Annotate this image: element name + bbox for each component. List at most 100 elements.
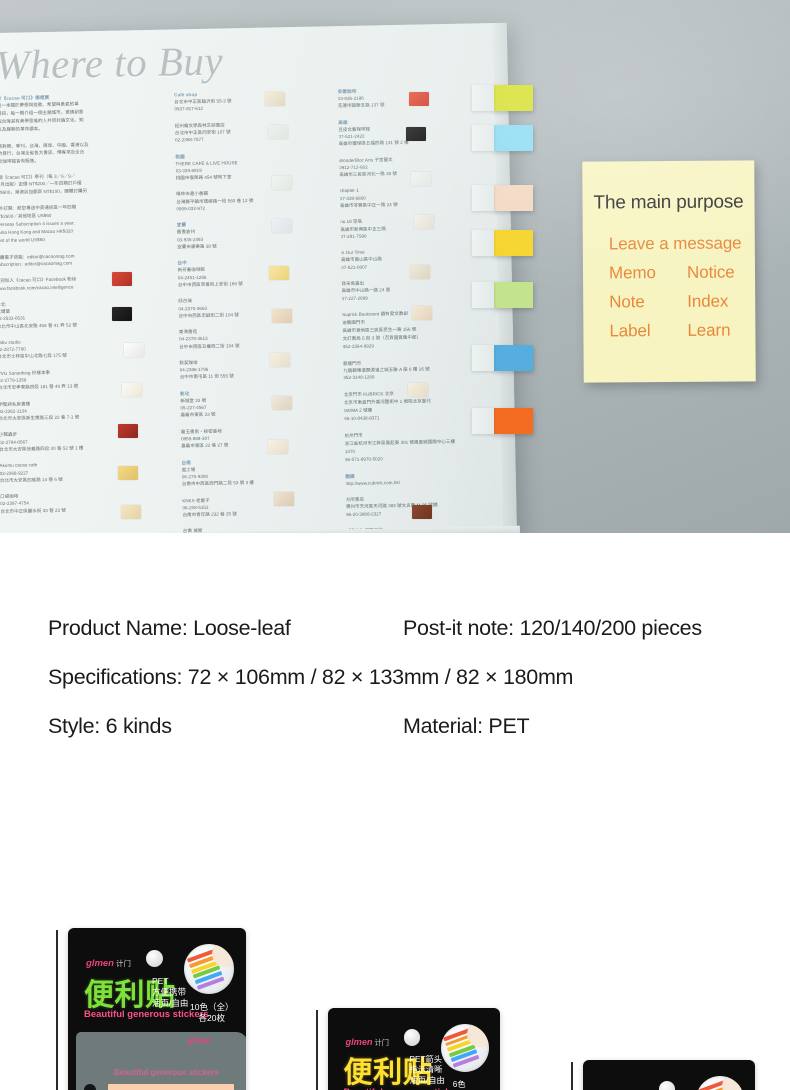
store-logo-thumbnail — [406, 127, 426, 141]
store-logo-thumbnail — [414, 215, 434, 229]
sticky-note-purpose: Memo — [608, 263, 656, 283]
store-logo-thumbnail — [112, 307, 132, 321]
store-logo-thumbnail — [268, 125, 288, 139]
store-logo-thumbnail — [272, 309, 292, 323]
spec-material: Material: PET — [403, 714, 530, 738]
package-features: PET箭头 指示清晰 活页/自由 — [409, 1055, 444, 1088]
tab-peach — [472, 185, 533, 211]
package-feature-line: 活页/自由 — [152, 998, 189, 1009]
product-package-photos: glmen 计门 便利贴 PET 方便携带 活页/自由 Beautiful generou… — [0, 900, 790, 1090]
package-count-line: 各20枚 — [198, 1013, 225, 1024]
store-logo-thumbnail — [412, 505, 432, 519]
product-package-1: glmen 计门 便利贴 PET 方便携带 活页/自由 Beautiful generou… — [68, 928, 246, 1090]
store-listing: 默契咖啡 04-2386-1796 台中市南屯區 11 街 555 號 — [179, 356, 334, 381]
store-logo-thumbnail — [112, 272, 132, 286]
sticky-note-purpose: Label — [609, 321, 651, 341]
package-insert-card: glmen Beautiful generous stickers — [76, 1032, 246, 1090]
store-listing: 台南 風工場 06-275-9308 台南市中西區西門路二段 53 號 3 樓 — [181, 456, 336, 488]
package-brand: glmen 计门 — [345, 1037, 388, 1048]
tab-sky-blue — [472, 125, 533, 151]
hand-icon — [467, 1023, 490, 1047]
package-brand-latin: glmen — [345, 1037, 373, 1048]
package-feature-line: PET箭头 — [409, 1054, 442, 1064]
store-listing: 宜蘭 舊書倉州 03-935-2493 宜蘭市康樂路 38 號 — [177, 219, 332, 251]
insert-punch-hole — [84, 1084, 96, 1090]
store-listing: 小瓢蟲步 02-2784-0567 台北市大安區信義路四段 30 巷 52 號 1 … — [0, 428, 172, 453]
tab-blue — [472, 345, 533, 371]
hand-icon — [722, 1075, 745, 1090]
store-listing: 中英對照、季刊，台灣、兩岸、中國、香港以及 紐約發行，台灣全省各大書店、博客來及全… — [0, 140, 166, 165]
package-guide-line — [56, 930, 58, 1090]
store-listing: 台北 杜爾葉 02-2533-0531 台北市中山區北安路 458 巷 41 弄 52… — [0, 297, 170, 329]
package-count: 10色（全） 各20枚 — [190, 1002, 233, 1024]
hero-product-photo: Where to Buy 關於《cacao 可口》哪裡買 這是一本關於夢想與挫敗、… — [0, 0, 790, 533]
store-listing: 訂購電子信箱：editor@cacaomag.com Subscription :… — [0, 250, 169, 268]
tab-page-stub — [472, 125, 494, 151]
sticky-note-row: Leave a message — [609, 233, 747, 254]
spec-row-1: Product Name: Loose-leaf Post-it note: 1… — [0, 604, 790, 653]
store-logo-thumbnail — [272, 219, 292, 233]
tab-page-stub — [472, 85, 494, 111]
tab-page-stub — [472, 408, 494, 434]
sticky-note: The main purpose Leave a message Memo Noti… — [582, 160, 756, 383]
tab-orange — [472, 408, 533, 434]
store-logo-thumbnail — [274, 492, 294, 506]
sticky-note-row: Memo Notice — [609, 262, 747, 283]
store-listing: 伊聖詩私房書櫃 02-2362-1134 台北市大安區新生南路三段 22 巷 7-1… — [0, 397, 172, 422]
store-listing-line: 86-571-8970-5020 — [344, 455, 383, 462]
store-listing: KNKS 老屋子 06-208-5152 台南市青年路 232 巷 25 號 — [182, 494, 337, 519]
store-logo-thumbnail — [408, 383, 428, 397]
product-detail-page: Where to Buy 關於《cacao 可口》哪裡買 這是一本關於夢想與挫敗、… — [0, 0, 790, 1090]
package-guide-line — [571, 1062, 573, 1090]
hand-icon — [212, 944, 234, 967]
store-logo-thumbnail — [412, 306, 432, 320]
sticky-note-purpose: Learn — [687, 320, 731, 340]
insert-brand: glmen — [188, 1036, 212, 1045]
package-count: 6色各20枚 — [446, 1080, 472, 1090]
tab-page-stub — [472, 230, 494, 256]
package-illustration — [440, 1023, 490, 1073]
spec-row-3: Style: 6 kinds Material: PET — [0, 702, 790, 751]
store-listing: zabu studio 02-2872-7790 台北市士林區中山北路七段 175 … — [0, 335, 170, 360]
sticky-note-usage-list: Leave a message Memo Notice Note Index Label L… — [609, 233, 748, 350]
store-listing: 關於《cacao 可口》哪裡買 這是一本關於夢想與挫敗、希望與勇氣的革 命通訊，每一… — [0, 92, 166, 135]
store-listing: 訂閱《cacao 可口》季刊（每 3／6／9／ 12 月出版）定價 NT$200／… — [0, 171, 167, 196]
store-logo-thumbnail — [121, 505, 141, 519]
package-guide-line — [316, 1010, 318, 1090]
store-listing: 屬玉書房・秘密基地 0955-888-307 嘉義市東區 22 巷 27 號 — [181, 425, 336, 450]
package-brand-latin: glmen — [86, 958, 114, 969]
sticky-note-row: Note Index — [609, 291, 747, 312]
store-logo-thumbnail — [118, 466, 138, 480]
package-count-line: 6色 — [452, 1079, 466, 1089]
sticky-strip — [108, 1084, 234, 1090]
store-logo-thumbnail — [122, 383, 142, 397]
package-feature-line: PET — [152, 976, 169, 986]
store-listing: 台中 新芳春咖啡館 04-2451-1286 台中市西區至善街上安街 169 號 — [177, 257, 332, 289]
spec-specifications: Specifications: 72 × 106mm / 82 × 133mm … — [48, 665, 574, 689]
package-brand: glmen 计门 — [86, 958, 131, 969]
package-illustration — [695, 1075, 745, 1090]
tab-yellow-green — [472, 85, 533, 111]
store-logo-thumbnail — [124, 343, 144, 357]
store-listing: VVG Something 好樣本事 02-2779-1358 台北市忠孝東路四段 … — [0, 366, 171, 391]
spec-product-name: Product Name: Loose-leaf — [48, 616, 291, 640]
store-logo-thumbnail — [270, 353, 290, 367]
spec-style: Style: 6 kinds — [48, 714, 172, 738]
store-listing: Café shop 台北市中正區臨沂街 55-3 號 0937-817-612 — [174, 88, 329, 113]
product-package-3: glmen 计门 — [583, 1060, 755, 1090]
store-listing: 海外訂閱：航空專送中英通訊區一年四期 NT$2600／其他地區 US$60 Over… — [0, 201, 168, 244]
sticky-note-title: The main purpose — [593, 191, 744, 214]
store-logo-thumbnail — [269, 266, 289, 280]
sticky-note-purpose: Note — [609, 292, 645, 312]
tab-page-stub — [472, 185, 494, 211]
store-listing: 桃園 THERE CAFÉ & LIVE HOUSE 03-339-8819 桃園市復… — [175, 150, 330, 182]
package-illustration — [184, 944, 234, 994]
store-listing: Akumu cacao cafe 02-2368-9227 台北市大安區四維路 14… — [0, 459, 173, 484]
open-book: Where to Buy 關於《cacao 可口》哪裡買 這是一本關於夢想與挫敗、… — [0, 22, 518, 533]
insert-tagline: Beautiful generous stickers — [114, 1068, 219, 1077]
package-feature-line: 指示清晰 — [409, 1065, 443, 1075]
product-specifications: Product Name: Loose-leaf Post-it note: 1… — [0, 604, 790, 751]
store-logo-thumbnail — [410, 265, 430, 279]
store-listing: 紀州庵文學森林文創書店 台北市中正區同安街 107 號 02-2368-7577 — [175, 119, 330, 144]
sticky-note-purpose: Notice — [686, 262, 735, 282]
